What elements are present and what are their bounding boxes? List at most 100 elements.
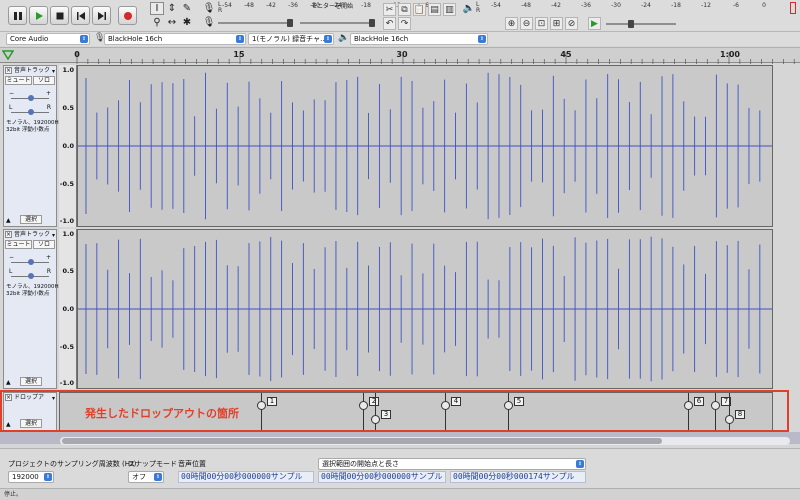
select-track-button[interactable]: 選択 — [20, 377, 42, 386]
chevron-down-icon[interactable]: ▾ — [52, 394, 55, 403]
select-track-button[interactable]: 選択 — [20, 419, 42, 428]
skip-to-end-button[interactable] — [92, 6, 111, 25]
label-handle-icon[interactable] — [257, 401, 266, 410]
zoom-tool[interactable]: ⚲ — [150, 16, 164, 29]
play-at-speed-button[interactable]: ▶ — [588, 17, 601, 30]
select-track-button[interactable]: 選択 — [20, 215, 42, 224]
label-text[interactable]: 6 — [694, 397, 704, 406]
stop-button[interactable] — [50, 6, 69, 25]
timeline-label-0: 0 — [74, 50, 80, 59]
copy-button[interactable]: ⧉ — [398, 3, 411, 16]
fit-project-icon: ⊞ — [552, 18, 561, 29]
solo-button[interactable]: ソロ — [33, 76, 55, 85]
silence-button[interactable]: ▥ — [443, 3, 456, 16]
mute-button[interactable]: ミュート — [5, 240, 32, 249]
selection-tool[interactable]: I — [150, 2, 164, 15]
waveform-area[interactable] — [77, 229, 773, 389]
audio-position-label: 音声位置 — [178, 460, 206, 468]
mute-button[interactable]: ミュート — [5, 76, 32, 85]
scrollbar-thumb[interactable] — [62, 438, 662, 444]
record-monitor-knob[interactable] — [369, 19, 375, 27]
label-handle-icon[interactable] — [711, 401, 720, 410]
record-volume-knob[interactable] — [287, 19, 293, 27]
scale-label: 1.0 — [62, 66, 74, 74]
pan-slider[interactable]: L R — [9, 268, 51, 282]
recording-channels-select[interactable]: 1(モノラル) 録音チャ... ⇕ — [248, 33, 334, 45]
track-name-bar[interactable]: × 音声トラック ▾ — [4, 66, 56, 75]
close-icon[interactable]: × — [5, 231, 12, 238]
pan-slider-knob[interactable] — [28, 273, 34, 279]
playback-device-select[interactable]: BlackHole 16ch ⇕ — [350, 33, 488, 45]
label-handle-icon[interactable] — [359, 401, 368, 410]
trim-button[interactable]: ▤ — [428, 3, 441, 16]
record-button[interactable] — [118, 6, 137, 25]
collapse-track-icon[interactable]: ▲ — [6, 217, 11, 224]
multi-tool[interactable]: ✱ — [180, 16, 194, 29]
gain-slider-knob[interactable] — [28, 259, 34, 265]
gain-slider[interactable]: − + — [9, 90, 51, 104]
label-handle-icon[interactable] — [371, 415, 380, 424]
fit-project-button[interactable]: ⊞ — [550, 17, 563, 30]
envelope-tool[interactable]: ⇕ — [165, 2, 179, 15]
fit-selection-button[interactable]: ⊡ — [535, 17, 548, 30]
recording-device-select[interactable]: BlackHole 16ch ⇕ — [104, 33, 246, 45]
zoom-in-button[interactable]: ⊕ — [505, 17, 518, 30]
selection-format-select[interactable]: 選択範囲の開始点と長さ ⇕ — [318, 458, 586, 470]
zoom-out-button[interactable]: ⊖ — [520, 17, 533, 30]
collapse-track-icon[interactable]: ▲ — [6, 421, 11, 428]
label-handle-icon[interactable] — [725, 415, 734, 424]
gain-minus-label: − — [9, 90, 15, 97]
gain-slider-knob[interactable] — [28, 95, 34, 101]
dropdown-arrow-icon: ⇕ — [324, 35, 332, 43]
track-name-bar[interactable]: × ドロップア ▾ — [4, 393, 56, 402]
solo-button[interactable]: ソロ — [33, 240, 55, 249]
label-text[interactable]: 2 — [369, 397, 379, 406]
undo-button[interactable]: ↶ — [383, 17, 396, 30]
pan-slider-knob[interactable] — [28, 109, 34, 115]
record-volume-slider[interactable] — [218, 22, 288, 24]
track-name-bar[interactable]: × 音声トラック ▾ — [4, 230, 56, 239]
label-text[interactable]: 1 — [267, 397, 277, 406]
timeline-ruler[interactable]: 0 15 30 45 1:00 — [0, 47, 800, 64]
playback-speed-slider[interactable] — [606, 23, 676, 25]
collapse-track-icon[interactable]: ▲ — [6, 379, 11, 386]
zoom-toggle-button[interactable]: ⊘ — [565, 17, 578, 30]
chevron-down-icon[interactable]: ▾ — [52, 231, 55, 240]
skip-to-start-button[interactable] — [71, 6, 90, 25]
selection-start-field[interactable]: 00時間00分00秒000000サンプル — [318, 471, 446, 483]
gain-slider[interactable]: − + — [9, 254, 51, 268]
cut-button[interactable]: ✂ — [383, 3, 396, 16]
record-icon — [123, 11, 132, 20]
audio-host-select[interactable]: Core Audio ⇕ — [6, 33, 90, 45]
clipboard-icon: 📋 — [413, 4, 426, 15]
record-meter-toggle[interactable]: 🎙 — [202, 2, 216, 15]
paste-button[interactable]: 📋 — [413, 3, 426, 16]
label-handle-icon[interactable] — [684, 401, 693, 410]
label-text[interactable]: 4 — [451, 397, 461, 406]
dropdown-arrow-icon: ⇕ — [44, 473, 52, 481]
project-rate-select[interactable]: 192000 ⇕ — [8, 471, 54, 483]
selection-length-field[interactable]: 00時間00分00秒000174サンプル — [450, 471, 586, 483]
label-handle-icon[interactable] — [504, 401, 513, 410]
time-shift-tool[interactable]: ↔ — [165, 16, 179, 29]
playback-speed-knob[interactable] — [628, 20, 634, 28]
close-icon[interactable]: × — [5, 394, 12, 401]
pause-button[interactable] — [8, 6, 27, 25]
chevron-down-icon[interactable]: ▾ — [52, 67, 55, 76]
draw-tool[interactable]: ✎ — [180, 2, 194, 15]
playback-meter-toggle[interactable]: 🔈 — [462, 2, 476, 15]
audio-position-field[interactable]: 00時間00分00秒000000サンプル — [178, 471, 314, 483]
waveform-area[interactable] — [77, 65, 773, 227]
label-text[interactable]: 8 — [735, 410, 745, 419]
horizontal-scrollbar[interactable] — [60, 437, 790, 445]
redo-button[interactable]: ↷ — [398, 17, 411, 30]
snap-mode-select[interactable]: オフ ⇕ — [128, 471, 164, 483]
close-icon[interactable]: × — [5, 67, 12, 74]
label-text[interactable]: 3 — [381, 410, 391, 419]
record-monitor-slider[interactable] — [300, 22, 370, 24]
monitor-label[interactable]: モニターを開始 — [311, 1, 353, 10]
label-text[interactable]: 5 — [514, 397, 524, 406]
pan-slider[interactable]: L R — [9, 104, 51, 118]
label-handle-icon[interactable] — [441, 401, 450, 410]
play-button[interactable] — [29, 6, 48, 25]
